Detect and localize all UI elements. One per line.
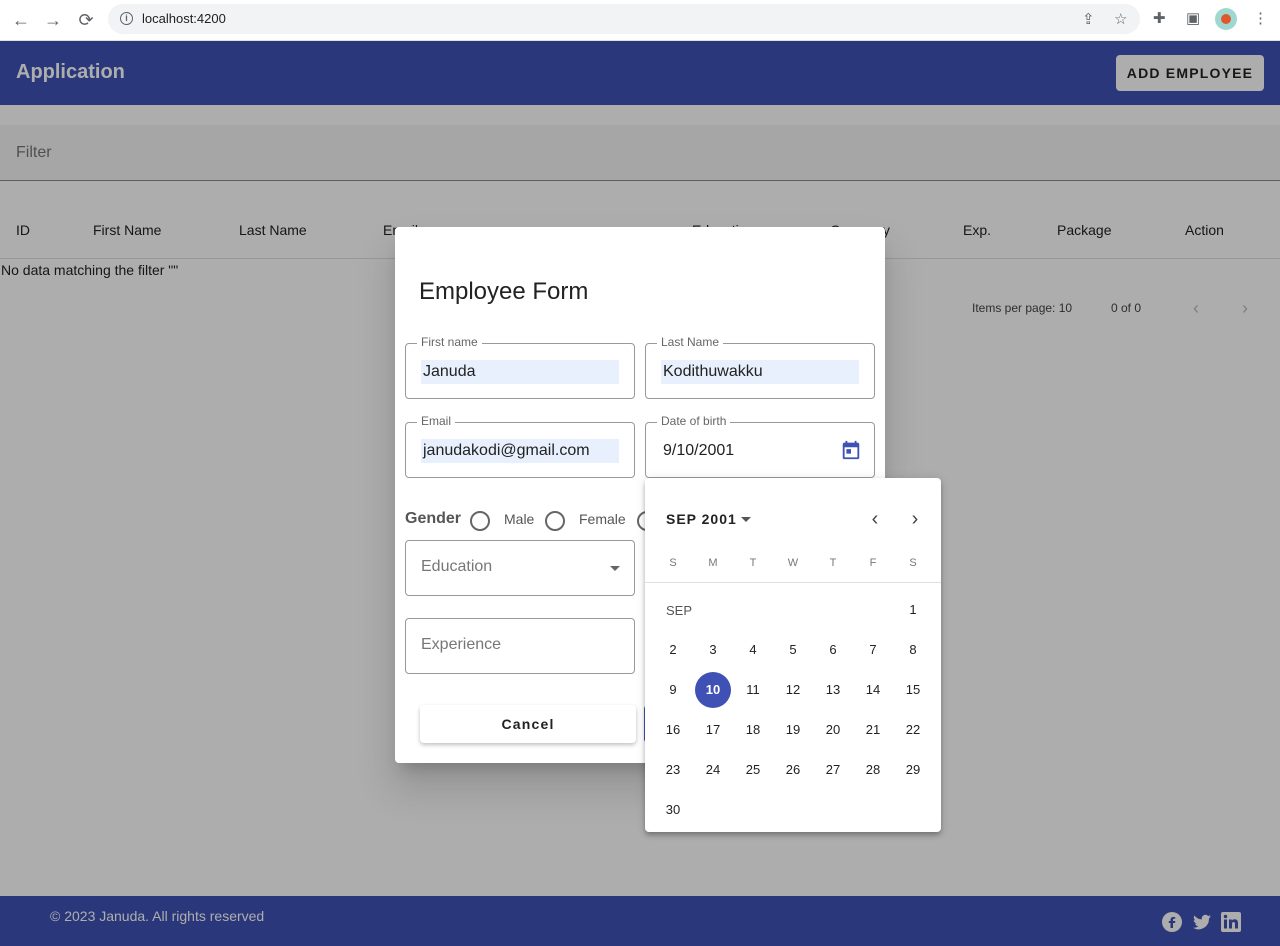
calendar-day[interactable]: 9	[653, 670, 693, 710]
calendar-day[interactable]: 14	[853, 670, 893, 710]
email-field[interactable]: Email janudakodi@gmail.com	[405, 414, 635, 478]
email-label: Email	[417, 414, 456, 428]
calendar-day[interactable]: 15	[893, 670, 933, 710]
calendar-day[interactable]: 25	[733, 750, 773, 790]
address-bar[interactable]: i localhost:4200 ⇪ ☆	[108, 4, 1140, 34]
previous-month-icon[interactable]: ‹	[865, 508, 885, 531]
calendar-day[interactable]: 2	[653, 630, 693, 670]
calendar-day[interactable]: 6	[813, 630, 853, 670]
gender-label: Gender	[405, 510, 462, 527]
experience-placeholder: Experience	[421, 636, 502, 653]
calendar-day[interactable]: 3	[693, 630, 733, 670]
dropdown-arrow-icon	[610, 566, 620, 571]
weekday-label: W	[787, 557, 799, 569]
extensions-icon[interactable]: ✚	[1153, 9, 1166, 27]
url-text: localhost:4200	[142, 11, 226, 26]
next-month-icon[interactable]: ›	[905, 508, 925, 531]
calendar-day[interactable]: 16	[653, 710, 693, 750]
calendar-day[interactable]: 13	[813, 670, 853, 710]
first-name-value[interactable]: Januda	[421, 360, 619, 384]
date-of-birth-value[interactable]: 9/10/2001	[661, 439, 736, 463]
first-name-label: First name	[417, 335, 482, 349]
bookmark-star-icon[interactable]: ☆	[1114, 10, 1127, 28]
weekday-label: M	[708, 557, 718, 569]
education-select[interactable]: Education	[405, 540, 635, 596]
last-name-field[interactable]: Last Name Kodithuwakku	[645, 335, 875, 399]
date-of-birth-field[interactable]: Date of birth 9/10/2001	[645, 414, 875, 478]
calendar-day[interactable]: 19	[773, 710, 813, 750]
side-panel-icon[interactable]: ▣	[1186, 9, 1200, 27]
cancel-button[interactable]: Cancel	[420, 705, 636, 743]
last-name-value[interactable]: Kodithuwakku	[661, 360, 859, 384]
back-icon[interactable]: ←	[10, 9, 32, 31]
menu-kebab-icon[interactable]: ⋮	[1253, 9, 1268, 27]
weekday-label: F	[869, 557, 877, 569]
period-caret-icon[interactable]	[741, 517, 751, 522]
calendar-day[interactable]: 27	[813, 750, 853, 790]
forward-icon[interactable]: →	[42, 9, 64, 31]
calendar-day[interactable]: 18	[733, 710, 773, 750]
dialog-title: Employee Form	[419, 278, 589, 305]
gender-male-label[interactable]: Male	[504, 511, 534, 527]
datepicker-popup: SEP 2001 ‹ › S M T W T F S SEP 123456789…	[645, 478, 941, 832]
email-value[interactable]: janudakodi@gmail.com	[421, 439, 619, 463]
calendar-day[interactable]: 5	[773, 630, 813, 670]
calendar-day[interactable]: 23	[653, 750, 693, 790]
calendar-day[interactable]: 4	[733, 630, 773, 670]
calendar-day[interactable]: 24	[693, 750, 733, 790]
date-of-birth-label: Date of birth	[657, 414, 731, 428]
profile-avatar[interactable]	[1215, 8, 1237, 30]
calendar-day[interactable]: 21	[853, 710, 893, 750]
calendar-day[interactable]: 20	[813, 710, 853, 750]
calendar-day[interactable]: 1	[893, 590, 933, 630]
weekday-header: S M T W T F S	[653, 557, 933, 569]
browser-toolbar: ← → ⟳ i localhost:4200 ⇪ ☆ ✚ ▣ ⋮	[0, 0, 1280, 41]
calendar-day[interactable]: 26	[773, 750, 813, 790]
gender-female-radio[interactable]	[545, 511, 565, 531]
calendar-day[interactable]: 30	[653, 790, 693, 830]
site-info-icon[interactable]: i	[120, 12, 133, 25]
share-icon[interactable]: ⇪	[1082, 10, 1095, 28]
gender-male-radio[interactable]	[470, 511, 490, 531]
calendar-day[interactable]: 12	[773, 670, 813, 710]
gender-female-label[interactable]: Female	[579, 511, 626, 527]
month-label: SEP	[666, 603, 693, 618]
education-placeholder: Education	[421, 558, 493, 575]
calendar-day[interactable]: 11	[733, 670, 773, 710]
weekday-label: S	[909, 557, 917, 569]
calendar-day[interactable]: 8	[893, 630, 933, 670]
experience-field[interactable]: Experience	[405, 618, 635, 674]
last-name-label: Last Name	[657, 335, 724, 349]
reload-icon[interactable]: ⟳	[75, 9, 97, 31]
first-name-field[interactable]: First name Januda	[405, 335, 635, 399]
calendar-day[interactable]: 22	[893, 710, 933, 750]
weekday-label: S	[669, 557, 677, 569]
calendar-day[interactable]: 29	[893, 750, 933, 790]
period-button[interactable]: SEP 2001	[666, 511, 737, 527]
divider	[645, 582, 941, 583]
calendar-icon[interactable]	[840, 439, 862, 461]
calendar-day[interactable]: 7	[853, 630, 893, 670]
calendar-day[interactable]: 28	[853, 750, 893, 790]
weekday-label: T	[749, 557, 757, 569]
weekday-label: T	[829, 557, 837, 569]
calendar-day[interactable]: 17	[693, 710, 733, 750]
calendar-day-selected[interactable]: 10	[693, 670, 733, 710]
